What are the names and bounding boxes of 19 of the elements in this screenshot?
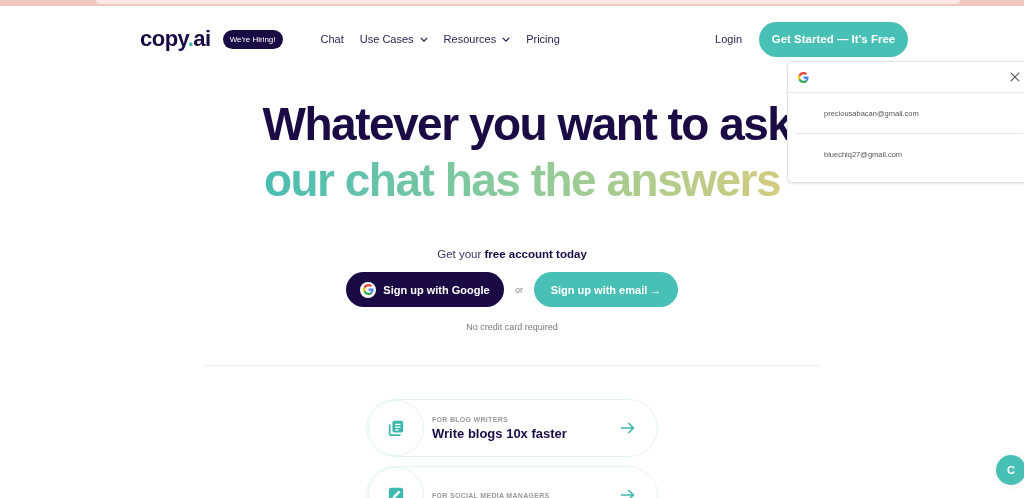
google-icon xyxy=(362,284,374,295)
arrow-right-icon xyxy=(620,422,635,434)
headline: Whatever you want to ask xyxy=(262,97,792,152)
document-stack-icon xyxy=(387,419,405,437)
account-prompt: Get your free account today xyxy=(437,248,587,260)
nav-link[interactable]: Pricing xyxy=(526,33,560,45)
arrow-right-icon xyxy=(620,489,635,498)
google-signup-button[interactable]: Sign up with Google xyxy=(346,272,504,307)
close-icon[interactable] xyxy=(1010,72,1020,82)
nav-link[interactable]: Resources xyxy=(443,33,511,45)
no-credit-card-note: No credit card required xyxy=(466,322,558,332)
card-title: Write blogs 10x faster xyxy=(432,425,568,441)
hiring-badge[interactable]: We're Hiring! xyxy=(222,29,283,49)
or-separator: or xyxy=(515,284,523,295)
nav-link[interactable]: Chat xyxy=(320,33,344,45)
google-icon xyxy=(798,71,809,83)
login-link[interactable]: Login xyxy=(715,33,742,45)
nav-link[interactable]: Use Cases xyxy=(359,33,428,45)
logo[interactable]: copy.ai xyxy=(140,26,211,52)
